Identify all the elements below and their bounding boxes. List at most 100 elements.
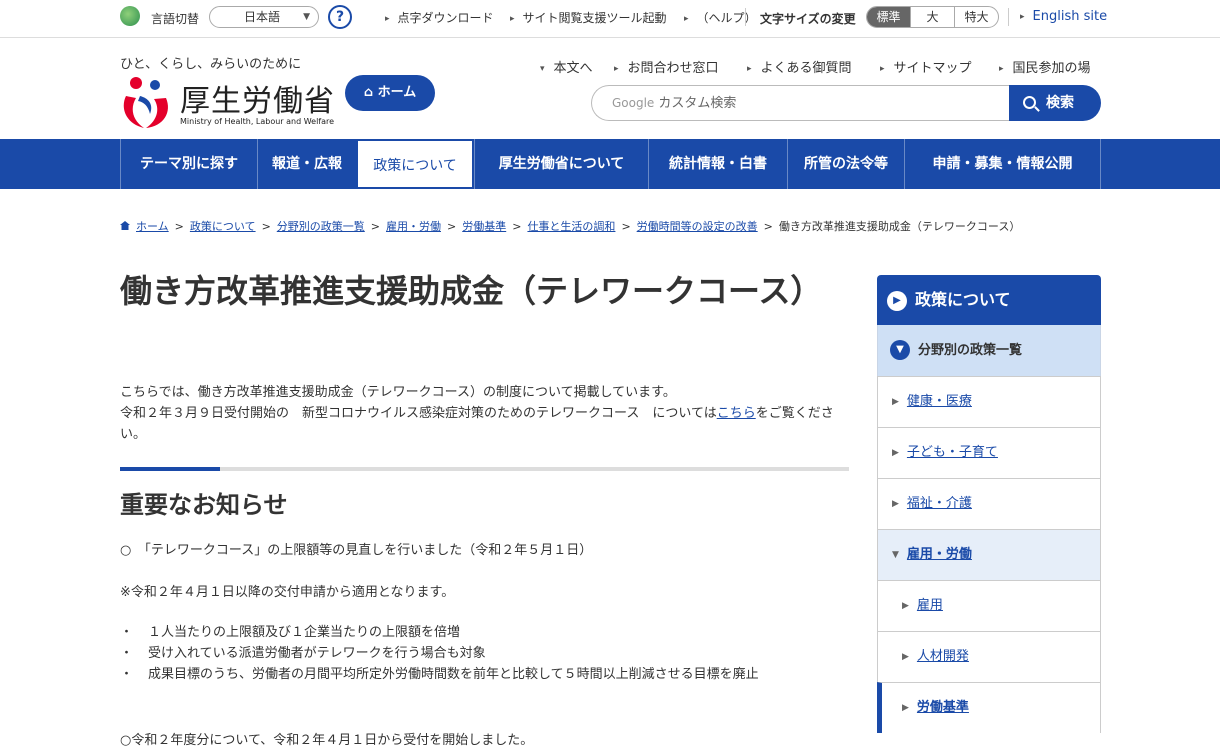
page-title: 働き方改革推進支援助成金（テレワークコース） xyxy=(120,272,823,310)
home-button-label: ホーム xyxy=(377,85,417,100)
faq-link[interactable]: よくある御質問 xyxy=(747,57,852,76)
search-input[interactable]: Google カスタム検索 xyxy=(591,85,1011,121)
list-item-text: 成果目標のうち、労働者の月間平均所定外労働時間数を前年と比較して５時間以上削減さ… xyxy=(148,667,759,682)
bullet-glyph: ・ xyxy=(120,646,134,661)
braille-download-link[interactable]: 点字ダウンロード xyxy=(385,9,494,26)
language-value: 日本語 xyxy=(244,10,281,24)
contact-link[interactable]: お問合わせ窓口 xyxy=(614,57,719,76)
sidebar-item-label: 労働基準 xyxy=(916,700,969,715)
help-icon[interactable]: ? xyxy=(328,5,352,29)
breadcrumb-policy[interactable]: 政策について xyxy=(190,220,256,233)
gnav-press[interactable]: 報道・広報 xyxy=(257,139,356,189)
notice-line: ※令和２年４月１日以降の交付申請から適用となります。 xyxy=(120,585,455,600)
intro-line: 令和２年３月９日受付開始の 新型コロナウイルス感染症対策のためのテレワークコース… xyxy=(120,403,850,445)
list-item-text: １人当たりの上限額及び１企業当たりの上限額を倍増 xyxy=(148,625,461,640)
sidebar-item-label: 人材開発 xyxy=(916,649,969,664)
search-placeholder: カスタム検索 xyxy=(658,96,737,111)
section-heading: 重要なお知らせ xyxy=(120,491,288,519)
arrow-down-icon: ▼ xyxy=(892,550,899,560)
intro-text: こちらでは、働き方改革推進支援助成金（テレワークコース）の制度について掲載してい… xyxy=(120,382,850,445)
sidebar-item-employment-child[interactable]: ▶ 雇用 xyxy=(877,580,1101,631)
search-button[interactable]: 検索 xyxy=(1009,85,1101,121)
chevron-down-icon: ▼ xyxy=(890,340,910,360)
intro-line-text: 令和２年３月９日受付開始の 新型コロナウイルス感染症対策のためのテレワークコース… xyxy=(120,406,717,421)
sidebar-item-labor-standards[interactable]: ▶ 労働基準 xyxy=(877,682,1101,733)
logo-text[interactable]: 厚生労働省 xyxy=(180,76,335,120)
public-participation-link[interactable]: 国民参加の場 xyxy=(999,57,1091,76)
bullet-list: ・ １人当たりの上限額及び１企業当たりの上限額を倍増 ・受け入れている派遣労働者が… xyxy=(120,622,759,685)
arrow-right-icon: ▶ xyxy=(892,448,899,458)
home-icon xyxy=(120,221,130,230)
breadcrumb-labor-standards[interactable]: 労働基準 xyxy=(462,220,506,233)
gnav-about[interactable]: 厚生労働省について xyxy=(474,139,648,189)
sidebar-item-welfare[interactable]: ▶ 福祉・介護 xyxy=(877,478,1101,529)
gnav-applications[interactable]: 申請・募集・情報公開 xyxy=(904,139,1101,189)
search-icon xyxy=(1023,96,1036,109)
globe-icon xyxy=(120,6,140,26)
home-button[interactable]: ⌂ ホーム xyxy=(345,75,435,111)
search-button-label: 検索 xyxy=(1046,95,1074,111)
sitemap-link[interactable]: サイトマップ xyxy=(880,57,972,76)
breadcrumb-policy-list[interactable]: 分野別の政策一覧 xyxy=(277,220,365,233)
accessibility-tool-link[interactable]: サイト閲覧支援ツール起動 xyxy=(510,9,667,26)
intro-line: こちらでは、働き方改革推進支援助成金（テレワークコース）の制度について掲載してい… xyxy=(120,385,676,400)
font-size-toggle: 標準 大 特大 xyxy=(866,6,999,28)
breadcrumb-working-hours[interactable]: 労働時間等の設定の改善 xyxy=(637,220,758,233)
side-nav: ▶ 政策について ▼ 分野別の政策一覧 ▶ 健康・医療 ▶ 子ども・子育て ▶ 福祉・介護… xyxy=(877,275,1101,733)
side-nav-heading[interactable]: ▶ 政策について xyxy=(877,275,1101,325)
sidebar-item-health[interactable]: ▶ 健康・医療 xyxy=(877,376,1101,427)
breadcrumb-separator: > xyxy=(512,220,522,233)
breadcrumb-employment[interactable]: 雇用・労働 xyxy=(386,220,441,233)
section-divider xyxy=(120,467,849,471)
sidebar-item-employment[interactable]: ▼ 雇用・労働 xyxy=(877,529,1101,580)
language-label: 言語切替 xyxy=(151,12,200,26)
sidebar-item-children[interactable]: ▶ 子ども・子育て xyxy=(877,427,1101,478)
side-nav-subheading[interactable]: ▼ 分野別の政策一覧 xyxy=(877,325,1101,376)
divider xyxy=(745,8,746,26)
bullet-glyph: ・ xyxy=(120,625,134,640)
logo-subtitle: Ministry of Health, Labour and Welfare xyxy=(180,117,335,126)
breadcrumb-separator: > xyxy=(621,220,631,233)
arrow-right-icon: ▶ xyxy=(902,652,909,662)
breadcrumb-work-life[interactable]: 仕事と生活の調和 xyxy=(527,220,615,233)
home-icon: ⌂ xyxy=(363,85,378,100)
gnav-policy[interactable]: 政策について xyxy=(356,139,474,189)
list-item: ・受け入れている派遣労働者がテレワークを行う場合も対象 xyxy=(120,643,759,664)
breadcrumb-separator: > xyxy=(261,220,271,233)
help-link-label: （ヘルプ） xyxy=(696,11,757,25)
global-nav: テーマ別に探す 報道・広報 政策について 厚生労働省について 統計情報・白書 所… xyxy=(0,139,1220,189)
font-size-xlarge[interactable]: 特大 xyxy=(954,7,998,27)
list-item: ・成果目標のうち、労働者の月間平均所定外労働時間数を前年と比較して５時間以上削減… xyxy=(120,664,759,685)
font-size-large[interactable]: 大 xyxy=(910,7,954,27)
notice-line: ○ 「テレワークコース」の上限額等の見直しを行いました（令和２年５月１日） xyxy=(120,543,593,558)
gnav-statistics[interactable]: 統計情報・白書 xyxy=(648,139,787,189)
arrow-right-icon: ▶ xyxy=(892,397,899,407)
sidebar-item-label: 子ども・子育て xyxy=(906,445,998,460)
mhlw-logo-icon[interactable] xyxy=(120,74,172,130)
gnav-laws[interactable]: 所管の法令等 xyxy=(787,139,904,189)
breadcrumb-home[interactable]: ホーム xyxy=(136,220,169,233)
bullet-glyph: ・ xyxy=(120,667,134,682)
here-link[interactable]: こちら xyxy=(717,406,756,421)
divider xyxy=(1008,8,1009,26)
chevron-right-icon: ▶ xyxy=(887,291,907,311)
sidebar-item-label: 福祉・介護 xyxy=(906,496,972,511)
language-select[interactable]: 日本語 ▼ xyxy=(209,6,319,28)
google-brand: Google xyxy=(612,96,655,110)
utility-bar: 言語切替 日本語▼ ? 点字ダウンロード サイト閲覧支援ツール起動 （ヘルプ） … xyxy=(0,0,1220,38)
sidebar-item-hr-development[interactable]: ▶ 人材開発 xyxy=(877,631,1101,682)
sidebar-item-label: 雇用・労働 xyxy=(906,547,972,562)
breadcrumb-separator: > xyxy=(174,220,184,233)
gnav-themes[interactable]: テーマ別に探す xyxy=(120,139,257,189)
font-size-label: 文字サイズの変更 xyxy=(760,12,856,26)
arrow-right-icon: ▶ xyxy=(892,499,899,509)
breadcrumb: ホーム > 政策について > 分野別の政策一覧 > 雇用・労働 > 労働基準 > 仕事と生活の調和 >… xyxy=(120,218,1020,234)
arrow-right-icon: ▶ xyxy=(902,601,909,611)
breadcrumb-current: 働き方改革推進支援助成金（テレワークコース） xyxy=(778,220,1021,233)
english-site-link[interactable]: English site xyxy=(1020,9,1108,24)
arrow-right-icon: ▶ xyxy=(902,703,909,713)
font-size-standard[interactable]: 標準 xyxy=(867,7,910,27)
skip-to-content-link[interactable]: 本文へ xyxy=(540,57,593,76)
side-nav-heading-label: 政策について xyxy=(915,290,1011,309)
list-item-text: 受け入れている派遣労働者がテレワークを行う場合も対象 xyxy=(148,646,486,661)
